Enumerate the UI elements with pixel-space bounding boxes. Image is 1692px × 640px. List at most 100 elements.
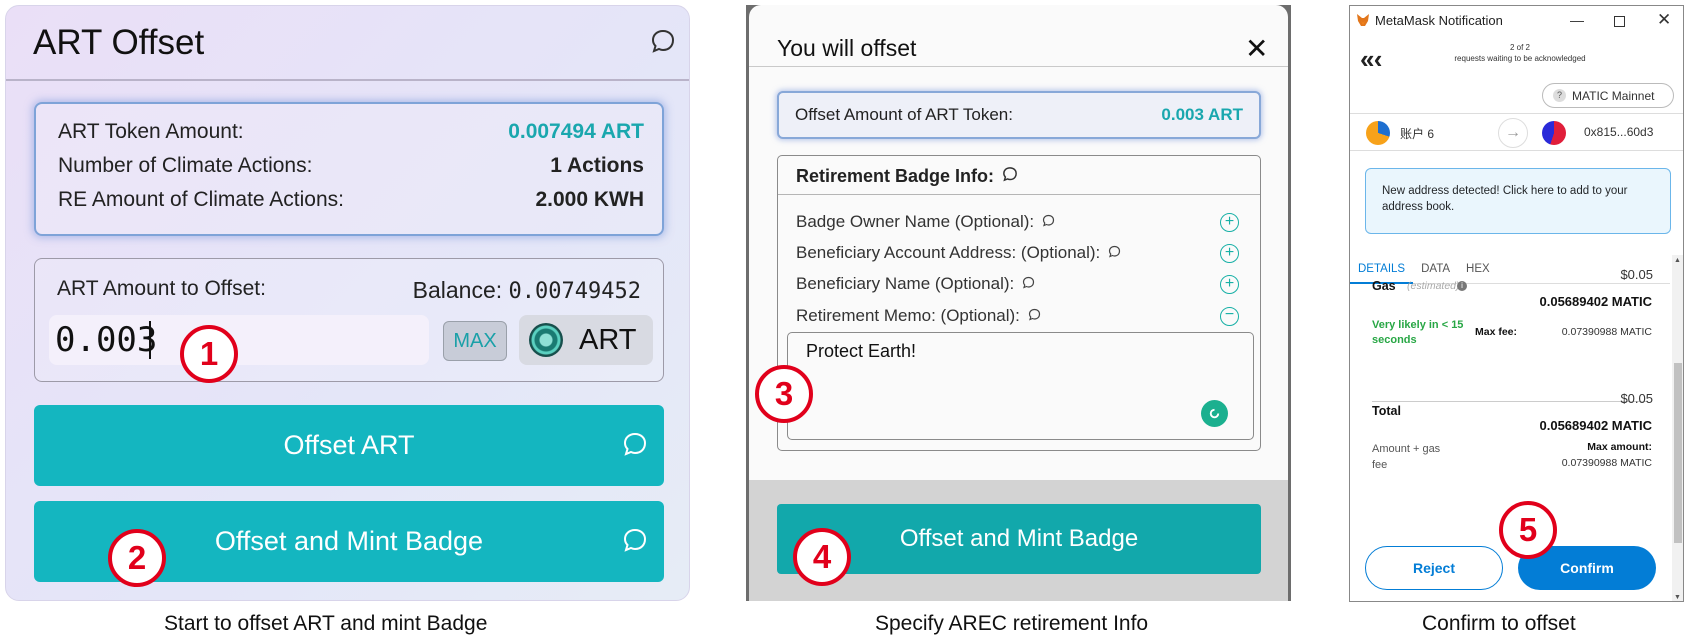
retirement-badge-info: Retirement Badge Info: Badge Owner Name … [777,155,1261,451]
badge-info-title: Retirement Badge Info: [796,166,995,186]
re-amount-value: 2.000 KWH [535,188,644,211]
scroll-thumb[interactable] [1674,363,1682,543]
header-divider [6,79,689,81]
nav-arrows: « ‹ [1360,44,1382,75]
prev-page-icon[interactable]: ‹ [1374,44,1382,74]
offset-dialog-panel: You will offset ✕ Offset Amount of ART T… [746,5,1291,601]
step-1-marker: 1 [180,325,238,383]
network-name: MATIC Mainnet [1572,88,1655,103]
first-page-icon[interactable]: « [1360,44,1375,74]
panel-title: ART Offset [33,23,205,62]
grammar-assistant-icon[interactable] [1201,400,1228,427]
close-icon[interactable]: ✕ [1657,10,1671,30]
collapse-minus-icon[interactable]: − [1220,307,1239,326]
retirement-memo-field: Retirement Memo: (Optional): [796,306,1041,326]
balance-label: Balance: [412,277,503,303]
offset-amount-value: 0.003 ART [1161,105,1243,124]
offset-mint-label: Offset and Mint Badge [214,526,484,556]
scroll-down-icon[interactable]: ▼ [1674,594,1681,601]
window-title: MetaMask Notification [1375,13,1503,28]
beneficiary-name-label: Beneficiary Name (Optional): [796,274,1015,293]
step-4-marker: 4 [793,528,851,586]
chat-icon [1042,212,1055,232]
token-amount-value: 0.007494 ART [508,120,644,143]
modal-divider [749,66,1288,67]
minimize-icon[interactable]: — [1570,12,1584,28]
scroll-up-icon[interactable]: ▲ [1674,257,1681,264]
sender-account[interactable]: 账户 6 [1400,125,1434,142]
arrow-right-icon: → [1498,118,1528,148]
badge-info-divider [778,194,1260,195]
max-amount-value: 0.07390988 MATIC [1561,457,1652,469]
re-amount-row: RE Amount of Climate Actions: 2.000 KWH [58,188,644,212]
amount-gas-label: Amount + gas fee [1372,443,1441,471]
amount-input[interactable] [49,315,429,365]
account-row: 账户 6 → 0x815...60d3 [1350,113,1683,151]
offset-art-button[interactable]: Offset ART [34,405,664,486]
chat-icon [1022,274,1035,294]
art-token-icon [529,323,563,357]
token-selector[interactable]: ART [519,315,653,365]
gas-label: Gas [1372,279,1396,293]
chat-icon [622,431,648,464]
network-selector[interactable]: ? MATIC Mainnet [1542,83,1674,108]
art-offset-panel: ART Offset ART Token Amount: 0.007494 AR… [5,5,690,601]
step-5-marker: 5 [1499,501,1557,559]
max-fee-label: Max fee: [1475,326,1518,338]
expand-plus-icon[interactable]: + [1220,244,1239,263]
maximize-icon[interactable] [1614,16,1625,27]
max-fee-value: 0.07390988 MATIC [1561,326,1652,338]
tab-hex[interactable]: HEX [1458,255,1498,284]
chat-icon [1002,166,1018,187]
question-icon: ? [1553,89,1566,102]
close-icon[interactable]: ✕ [1245,35,1268,63]
badge-owner-field: Badge Owner Name (Optional): [796,212,1055,232]
chat-icon[interactable] [650,28,676,54]
total-value: 0.05689402 MATIC [1539,418,1653,433]
expand-plus-icon[interactable]: + [1220,213,1239,232]
actions-value: 1 Actions [550,154,644,177]
balance-display: Balance: 0.00749452 [413,277,641,304]
offset-modal: You will offset ✕ Offset Amount of ART T… [749,5,1288,480]
chat-icon [622,527,648,560]
metamask-fox-icon [1357,14,1369,26]
badge-owner-label: Badge Owner Name (Optional): [796,212,1035,231]
max-button[interactable]: MAX [443,321,507,361]
step-3-marker: 3 [755,365,813,423]
beneficiary-address-label: Beneficiary Account Address: (Optional): [796,243,1101,262]
retirement-memo-label: Retirement Memo: (Optional): [796,306,1020,325]
likely-time: Very likely in < 15 seconds [1372,319,1464,346]
expand-plus-icon[interactable]: + [1220,275,1239,294]
gas-estimated: (estimated) [1407,280,1460,292]
scrollbar[interactable]: ▲ ▼ [1672,255,1683,601]
recipient-avatar [1542,121,1566,145]
balance-value: 0.00749452 [508,279,641,304]
offset-art-label: Offset ART [283,430,415,460]
retirement-memo-textarea[interactable]: Protect Earth! [787,332,1254,440]
actions-row: Number of Climate Actions: 1 Actions [58,154,644,178]
request-counter: 2 of 2 requests waiting to be acknowledg… [1450,42,1590,64]
actions-label: Number of Climate Actions: [58,154,313,177]
total-usd: $0.05 [1620,391,1653,406]
new-address-notice[interactable]: New address detected! Click here to add … [1365,168,1671,234]
step-2-marker: 2 [108,529,166,587]
chat-icon [1108,243,1121,263]
recipient-address[interactable]: 0x815...60d3 [1584,125,1653,139]
beneficiary-address-field: Beneficiary Account Address: (Optional): [796,243,1121,263]
token-label: ART [579,323,637,356]
sender-avatar [1366,121,1390,145]
request-count: 2 of 2 [1509,43,1530,52]
max-amount-label: Max amount: [1587,441,1652,453]
total-label: Total [1372,404,1401,418]
gas-value: 0.05689402 MATIC [1539,294,1653,309]
amount-label: ART Amount to Offset: [57,277,266,300]
offset-amount-box: Offset Amount of ART Token: 0.003 ART [777,91,1261,139]
chat-icon [1028,306,1041,326]
caption-panel-2: Specify AREC retirement Info [875,612,1149,635]
info-icon[interactable]: i [1457,281,1467,291]
reject-button[interactable]: Reject [1365,546,1503,590]
offset-amount-label: Offset Amount of ART Token: [795,105,1013,124]
re-amount-label: RE Amount of Climate Actions: [58,188,344,211]
token-amount-label: ART Token Amount: [58,120,244,143]
beneficiary-name-field: Beneficiary Name (Optional): [796,274,1035,294]
